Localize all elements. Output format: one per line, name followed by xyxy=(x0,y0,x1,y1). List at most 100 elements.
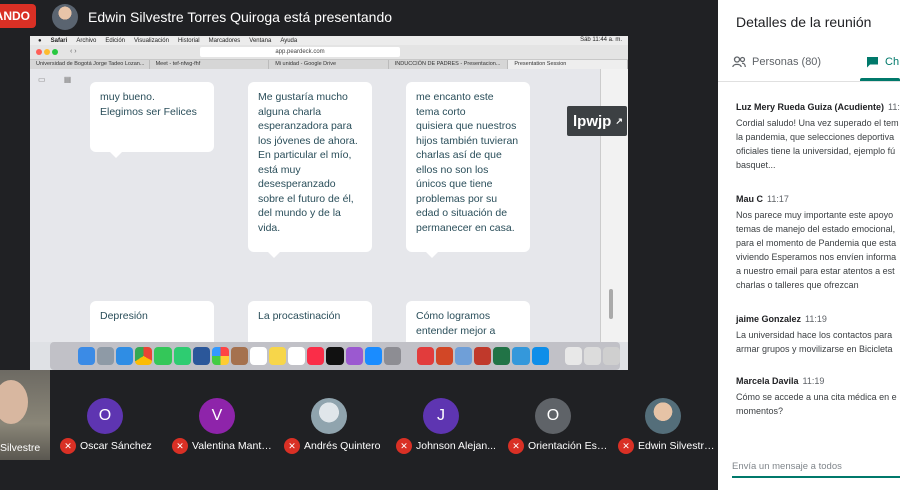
chat-message: Marcela Davila 11:19 Cómo se accede a una… xyxy=(736,376,900,418)
mic-off-icon: ✕ xyxy=(618,438,634,454)
self-name: Silvestre xyxy=(0,442,41,454)
participant-name: Oscar Sánchez xyxy=(80,440,152,452)
tv-icon xyxy=(326,347,344,365)
message-time: 11:17 xyxy=(767,194,789,204)
join-code: lpwjp xyxy=(573,112,612,130)
safari-tab: Universidad de Bogotá Jorge Tadeo Lozan.… xyxy=(30,60,150,69)
mac-dock xyxy=(50,342,620,370)
tab-chat-label: Ch xyxy=(885,56,900,68)
shared-screen: ● Safari Archivo Edición Visualización H… xyxy=(30,36,628,370)
notes-icon xyxy=(269,347,287,365)
presenter-avatar xyxy=(52,4,78,30)
chrome-icon xyxy=(135,347,153,365)
reminders-icon xyxy=(288,347,306,365)
response-card: Depresión xyxy=(90,301,214,342)
avatar: J xyxy=(423,398,459,434)
zoom-dot-icon xyxy=(52,49,58,55)
participant-name: Valentina Mantil... xyxy=(192,440,274,452)
nav-arrows-icon: ‹ › xyxy=(70,48,77,55)
music-icon xyxy=(307,347,325,365)
mic-off-icon: ✕ xyxy=(508,438,524,454)
presenter-title: Edwin Silvestre Torres Quiroga está pres… xyxy=(88,9,393,25)
podcasts-icon xyxy=(345,347,363,365)
participant-tile[interactable]: ✕ Edwin Silvestre ... xyxy=(610,398,720,478)
keynote-icon xyxy=(512,347,530,365)
response-card: muy bueno. Elegimos ser Felices xyxy=(90,82,214,158)
excel-icon xyxy=(493,347,511,365)
finder-icon xyxy=(78,347,96,365)
mac-menu-item: Marcadores xyxy=(208,37,241,44)
safari-tab-active: Presentation Session xyxy=(508,60,628,69)
mac-menu-item: Visualización xyxy=(134,37,169,44)
safari-tab-bar: Universidad de Bogotá Jorge Tadeo Lozan.… xyxy=(30,60,628,69)
mic-off-icon: ✕ xyxy=(60,438,76,454)
scrollbar-thumb xyxy=(609,289,613,319)
mic-off-icon: ✕ xyxy=(172,438,188,454)
word-icon xyxy=(192,347,210,365)
minimize-dot-icon xyxy=(44,49,50,55)
mac-menu-item: Archivo xyxy=(76,37,97,44)
close-dot-icon xyxy=(36,49,42,55)
preview-icon xyxy=(455,347,473,365)
mac-menu-item: Ventana xyxy=(249,37,272,44)
downloads-icon xyxy=(583,347,601,365)
screen-share-icon xyxy=(416,347,434,365)
mic-off-icon: ✕ xyxy=(284,438,300,454)
contacts-icon xyxy=(230,347,248,365)
avatar xyxy=(645,398,681,434)
participant-tile[interactable]: O ✕ Orientación Estu... xyxy=(500,398,610,478)
tab-people-label: Personas (80) xyxy=(752,56,822,68)
message-text: La universidad hace los contactos para a… xyxy=(736,330,893,354)
chat-input[interactable]: Envía un mensaje a todos xyxy=(732,460,900,478)
view-toggle-icon: ▭ ▦ xyxy=(38,75,80,84)
mac-menu-item: Historial xyxy=(177,37,200,44)
presenter-bar: ANDO Edwin Silvestre Torres Quiroga está… xyxy=(0,0,718,34)
self-video-tile[interactable]: Silvestre xyxy=(0,370,50,460)
participant-tile[interactable]: ✕ Andrés Quintero xyxy=(276,398,386,478)
tab-people[interactable]: Personas (80) xyxy=(732,56,821,68)
apple-icon: ● xyxy=(38,37,42,44)
presenting-badge: ANDO xyxy=(0,4,36,28)
self-video-face xyxy=(0,380,28,424)
tab-chat[interactable]: Ch xyxy=(866,56,899,68)
safari-tab: Meet - tef-nfwg-fhf xyxy=(150,60,270,69)
message-author: Mau C xyxy=(736,194,763,204)
message-text: Nos parece muy importante este apoyo tem… xyxy=(736,210,897,290)
panel-title: Detalles de la reunión xyxy=(736,14,872,30)
mac-menu-item: Ayuda xyxy=(280,37,298,44)
message-time: 11:19 xyxy=(802,376,825,386)
participant-name: Andrés Quintero xyxy=(304,440,381,452)
join-code-badge: lpwjp ↗ xyxy=(567,106,627,136)
meeting-details-panel: Detalles de la reunión Personas (80) Ch … xyxy=(718,0,900,490)
message-time: 11:19 xyxy=(805,314,827,324)
participant-tile[interactable]: J ✕ Johnson Alejan... xyxy=(388,398,498,478)
avatar: V xyxy=(199,398,235,434)
message-time: 11:1 xyxy=(888,102,900,112)
chat-message: Mau C 11:17 Nos parece muy importante est… xyxy=(736,194,900,292)
safari-toolbar: ‹ › app.peardeck.com xyxy=(30,45,628,60)
participant-tile[interactable]: V ✕ Valentina Mantil... xyxy=(164,398,274,478)
powerpoint-icon xyxy=(435,347,454,365)
participant-tile[interactable]: O ✕ Oscar Sánchez xyxy=(52,398,162,478)
appstore-icon xyxy=(364,347,382,365)
safari-tab: Mi unidad - Google Drive xyxy=(269,60,389,69)
photos-icon xyxy=(211,347,229,365)
message-text: Cordial saludo! Una vez superado el tem … xyxy=(736,118,899,170)
safari-icon xyxy=(116,347,134,365)
message-author: Marcela Davila xyxy=(736,376,799,386)
meet-window: ANDO Edwin Silvestre Torres Quiroga está… xyxy=(0,0,900,490)
mac-clock: Sáb 11:44 a. m. xyxy=(580,37,622,43)
mic-off-icon: ✕ xyxy=(396,438,412,454)
response-card: me encanto este tema corto quisiera que … xyxy=(406,82,530,258)
participant-strip: Silvestre O ✕ Oscar Sánchez V ✕ Valentin… xyxy=(0,370,720,490)
participant-name: Edwin Silvestre ... xyxy=(638,440,720,452)
response-card: La procastinación xyxy=(248,301,372,342)
messages-icon xyxy=(154,347,172,365)
facetime-icon xyxy=(173,347,191,365)
avatar: O xyxy=(87,398,123,434)
participant-name: Johnson Alejan... xyxy=(416,440,496,452)
active-tab-indicator xyxy=(860,78,900,81)
launchpad-icon xyxy=(97,347,115,365)
settings-icon xyxy=(383,347,401,365)
calendar-icon xyxy=(249,347,268,365)
